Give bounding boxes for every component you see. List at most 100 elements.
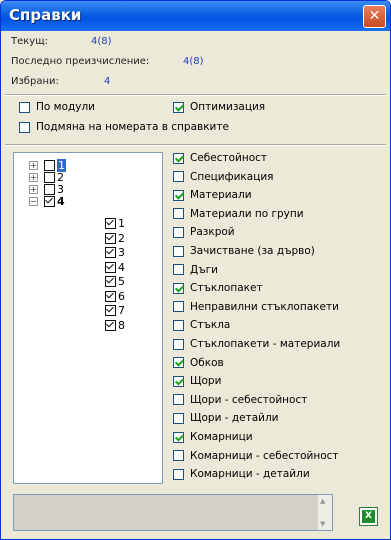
report-checkbox-row[interactable]: Зачистване (за дърво) bbox=[173, 245, 315, 257]
expand-icon[interactable]: + bbox=[29, 161, 38, 170]
report-checkbox-row[interactable]: Материали bbox=[173, 189, 252, 201]
option-checkbox-row[interactable]: Подмяна на номерата в справките bbox=[19, 121, 229, 133]
tree-node-position[interactable]: 5 bbox=[105, 275, 125, 288]
option-checkbox-row[interactable]: По модули bbox=[19, 101, 95, 113]
report-checkbox-row[interactable]: Комарници - себестойност bbox=[173, 450, 339, 462]
report-checkbox[interactable] bbox=[173, 319, 184, 331]
report-checkbox-row[interactable]: Неправилни стъклопакети bbox=[173, 301, 339, 313]
tree-checkbox[interactable] bbox=[105, 247, 116, 258]
option-label: Оптимизация bbox=[190, 101, 266, 113]
report-checkbox-row[interactable]: Стъклопакети - материали bbox=[173, 338, 340, 350]
report-label: Стъклопакети - материали bbox=[190, 338, 341, 350]
option-checkbox[interactable] bbox=[173, 101, 184, 113]
report-checkbox[interactable] bbox=[173, 301, 184, 313]
report-label: Комарници - себестойност bbox=[190, 449, 339, 462]
selected-label: Избрани: bbox=[11, 76, 59, 87]
report-checkbox-row[interactable]: Комарници bbox=[173, 431, 253, 443]
report-checkbox[interactable] bbox=[173, 208, 184, 220]
tree-checkbox[interactable] bbox=[44, 196, 55, 207]
report-checkbox[interactable] bbox=[173, 264, 184, 276]
report-checkbox-row[interactable]: Дъги bbox=[173, 264, 218, 276]
report-checkbox-row[interactable]: Стъклопакет bbox=[173, 282, 263, 294]
option-checkbox[interactable] bbox=[19, 121, 30, 133]
tree-checkbox[interactable] bbox=[44, 172, 55, 183]
scroll-down-icon[interactable]: ▼ bbox=[320, 520, 325, 528]
report-label: Зачистване (за дърво) bbox=[190, 245, 315, 257]
tree-node-position[interactable]: 4 bbox=[105, 261, 125, 274]
reports-window: Справки ✕ Текущ: 4(8) Последно преизчисл… bbox=[0, 0, 391, 540]
report-checkbox[interactable] bbox=[173, 189, 184, 201]
report-checkbox[interactable] bbox=[173, 338, 184, 350]
report-checkbox[interactable] bbox=[173, 282, 184, 294]
tree-checkbox[interactable] bbox=[105, 261, 116, 273]
tree-node-position[interactable]: 7 bbox=[105, 304, 125, 317]
report-checkbox-row[interactable]: Себестойност bbox=[173, 152, 267, 164]
close-button[interactable]: ✕ bbox=[363, 5, 386, 28]
report-checkbox[interactable] bbox=[173, 412, 184, 424]
tree-node-label: 8 bbox=[118, 318, 125, 332]
export-excel-button[interactable]: X bbox=[359, 507, 378, 526]
message-memo[interactable]: ▲ ▼ bbox=[13, 494, 333, 531]
expand-icon[interactable]: + bbox=[29, 185, 38, 194]
tree-checkbox[interactable] bbox=[105, 232, 116, 244]
report-label: Щори - детайли bbox=[190, 412, 279, 425]
report-checkbox-row[interactable]: Щори - детайли bbox=[173, 412, 279, 424]
tree-node-position[interactable]: 1 bbox=[105, 217, 125, 230]
tree-node-label: 4 bbox=[118, 260, 125, 274]
tree-checkbox[interactable] bbox=[105, 305, 116, 316]
tree-node-label: 2 bbox=[118, 231, 125, 245]
report-checkbox-row[interactable]: Комарници - детайли bbox=[173, 468, 310, 480]
collapse-icon[interactable]: − bbox=[29, 197, 38, 206]
title-bar[interactable]: Справки ✕ bbox=[1, 1, 390, 31]
tree-checkbox[interactable] bbox=[105, 290, 116, 302]
report-label: Материали по групи bbox=[190, 207, 304, 220]
report-checkbox-row[interactable]: Стъкла bbox=[173, 319, 230, 331]
report-label: Щори bbox=[190, 375, 222, 388]
tree-checkbox[interactable] bbox=[105, 319, 116, 331]
option-checkbox[interactable] bbox=[19, 101, 30, 113]
last-calc-label: Последно преизчисление: bbox=[11, 56, 150, 67]
report-checkbox[interactable] bbox=[173, 431, 184, 443]
report-checkbox-row[interactable]: Щори - себестойност bbox=[173, 394, 307, 406]
report-label: Обков bbox=[190, 356, 224, 369]
memo-scrollbar[interactable]: ▲ ▼ bbox=[317, 495, 332, 530]
report-label: Комарници - детайли bbox=[190, 468, 310, 481]
divider bbox=[5, 94, 386, 96]
tree-node-label: 5 bbox=[118, 275, 125, 288]
report-checkbox-row[interactable]: Спецификация bbox=[173, 171, 274, 183]
report-checkbox[interactable] bbox=[173, 152, 184, 164]
report-checkbox[interactable] bbox=[173, 171, 184, 183]
report-checkbox-row[interactable]: Щори bbox=[173, 375, 221, 387]
report-checkbox[interactable] bbox=[173, 226, 184, 238]
tree-node-position[interactable]: 8 bbox=[105, 319, 125, 332]
report-checkbox[interactable] bbox=[173, 394, 184, 406]
tree-checkbox[interactable] bbox=[105, 218, 116, 229]
tree-checkbox[interactable] bbox=[44, 184, 55, 195]
tree-node-label: 4 bbox=[57, 195, 65, 208]
tree-node-position[interactable]: 6 bbox=[105, 290, 125, 303]
option-checkbox-row[interactable]: Оптимизация bbox=[173, 101, 265, 113]
scroll-up-icon[interactable]: ▲ bbox=[320, 497, 325, 505]
report-label: Материали bbox=[190, 189, 252, 202]
report-checkbox[interactable] bbox=[173, 245, 184, 257]
report-checkbox[interactable] bbox=[173, 468, 184, 480]
current-label: Текущ: bbox=[11, 36, 49, 47]
tree-node-position[interactable]: 3 bbox=[105, 246, 125, 259]
tree-checkbox[interactable] bbox=[44, 160, 55, 171]
module-tree[interactable]: +1 +2 +3−4 1 2 3 4 5 6 7 8 bbox=[13, 152, 163, 484]
report-checkbox[interactable] bbox=[173, 375, 184, 387]
report-checkbox[interactable] bbox=[173, 357, 184, 369]
divider bbox=[5, 144, 386, 146]
tree-checkbox[interactable] bbox=[105, 276, 116, 287]
tree-node-position[interactable]: 2 bbox=[105, 232, 125, 245]
report-checkbox-row[interactable]: Материали по групи bbox=[173, 208, 304, 220]
tree-node-label: 3 bbox=[118, 246, 125, 259]
expand-icon[interactable]: + bbox=[29, 173, 38, 182]
window-title: Справки bbox=[9, 6, 82, 24]
report-checkbox[interactable] bbox=[173, 450, 184, 462]
tree-node-module[interactable]: −4 bbox=[29, 195, 65, 208]
report-label: Дъги bbox=[190, 263, 218, 276]
report-checkbox-row[interactable]: Обков bbox=[173, 357, 224, 369]
tree-node-label: 1 bbox=[118, 217, 125, 230]
report-checkbox-row[interactable]: Разкрой bbox=[173, 226, 235, 238]
